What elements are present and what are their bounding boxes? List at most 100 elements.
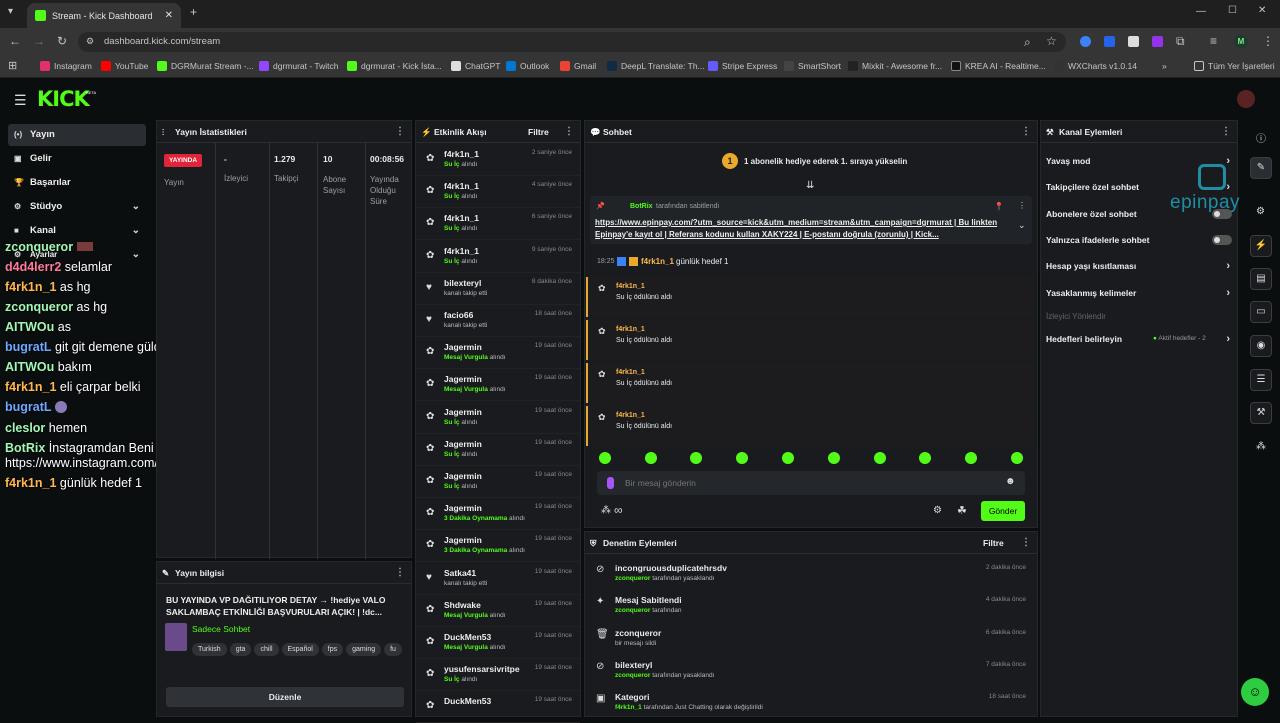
moderation-action[interactable]: ⊘ incongruousduplicatehrsdv zconqueror tar…: [586, 558, 1036, 590]
bookmark[interactable]: SmartShort: [784, 61, 841, 71]
maximize-icon[interactable]: ☐: [1228, 5, 1237, 16]
url-field[interactable]: dashboard.kick.com/stream: [78, 32, 1066, 52]
close-tab-icon[interactable]: ✕: [165, 10, 173, 21]
extension-icon[interactable]: [1080, 36, 1091, 47]
menu-icon[interactable]: ⋮: [1262, 34, 1274, 48]
bookmark[interactable]: Instagram: [40, 61, 92, 71]
activity-event[interactable]: ♥ Satka41 kanalı takip etti 19 saat önce: [416, 563, 580, 595]
bookmark[interactable]: KREA AI - Realtime...: [951, 61, 1046, 71]
channel-action-item[interactable]: Yalnızca ifadelerle sohbet: [1040, 227, 1236, 253]
activity-event[interactable]: ✿ Jagermin 3 Dakika Oynamama alındı 19 saat…: [416, 498, 580, 531]
emote-icon[interactable]: [690, 452, 702, 464]
minimize-icon[interactable]: —: [1196, 6, 1206, 17]
puzzle-icon[interactable]: ⧉: [1176, 34, 1185, 49]
flash-icon[interactable]: ⚡: [1250, 235, 1272, 257]
emote-icon[interactable]: [828, 452, 840, 464]
reload-icon[interactable]: ↻: [57, 34, 67, 48]
activity-event[interactable]: ✿ f4rk1n_1 Su İç alındı 6 saniye önce: [416, 208, 580, 241]
tag[interactable]: Español: [281, 643, 319, 656]
emote-icon[interactable]: [736, 452, 748, 464]
settings-icon[interactable]: ⚙: [1256, 206, 1265, 217]
tag[interactable]: gaming: [346, 643, 382, 656]
new-tab-icon[interactable]: +: [190, 5, 197, 19]
channel-action-item[interactable]: Yasaklanmış kelimeler ›: [1040, 280, 1236, 306]
activity-event[interactable]: ✿ Jagermin Mesaj Vurgula alındı 19 saat önc…: [416, 337, 580, 370]
extension-icon[interactable]: [1152, 36, 1163, 47]
set-goals-item[interactable]: Hedefleri belirleyin ● Aktif hedefler - 2…: [1040, 326, 1236, 352]
bookmark[interactable]: Stripe Express: [708, 61, 777, 71]
emote-picker-icon[interactable]: ☘: [957, 504, 967, 517]
activity-event[interactable]: ✿ DuckMen53 Mesaj Vurgula alındı 19 saat ön…: [416, 627, 580, 659]
emote-icon[interactable]: [874, 452, 886, 464]
activity-event[interactable]: ✿ f4rk1n_1 Su İç alındı 4 saniye önce: [416, 176, 580, 209]
emoji-icon[interactable]: ☻: [1005, 476, 1016, 487]
emote-icon[interactable]: [1011, 452, 1023, 464]
more-options-icon[interactable]: ⋮: [395, 121, 405, 143]
tag[interactable]: Turkish: [192, 643, 227, 656]
sidebar-item-yayin[interactable]: (•) Yayın: [8, 124, 146, 146]
hamburger-menu-icon[interactable]: ☰: [14, 92, 27, 109]
bookmark[interactable]: Mixkit - Awesome fr...: [848, 61, 942, 71]
more-options-icon[interactable]: ⋮: [1021, 121, 1031, 143]
user-avatar[interactable]: [1237, 90, 1255, 108]
moderation-action[interactable]: ▣ Kategori f4rk1n_1 tarafından Just Chatti…: [586, 687, 1036, 719]
more-options-icon[interactable]: ⋮: [564, 121, 574, 143]
media-icon[interactable]: ≡: [1210, 34, 1217, 48]
bookmark[interactable]: WXCharts v1.0.14: [1054, 61, 1137, 71]
info-icon[interactable]: ⓘ: [1256, 130, 1266, 145]
emote-icon[interactable]: [782, 452, 794, 464]
pinned-by-user[interactable]: BotRix: [630, 203, 653, 210]
bookmark[interactable]: dgrmurat - Twitch: [259, 61, 339, 71]
send-button[interactable]: Gönder: [981, 501, 1025, 521]
support-chat-icon[interactable]: ☺: [1241, 678, 1269, 706]
close-window-icon[interactable]: ✕: [1258, 5, 1266, 16]
clipboard-icon[interactable]: ▤: [1250, 268, 1272, 290]
activity-event[interactable]: ♥ bilexteryl kanalı takip etti 8 dakika ön…: [416, 273, 580, 305]
emote-icon[interactable]: [599, 452, 611, 464]
filter-button[interactable]: Filtre: [983, 532, 1004, 554]
activity-event[interactable]: ✿ Jagermin Su İç alındı 19 saat önce: [416, 466, 580, 498]
edit-icon[interactable]: ✎: [1250, 157, 1272, 179]
tag[interactable]: gta: [229, 643, 252, 656]
tag[interactable]: fps: [321, 643, 344, 656]
zoom-icon[interactable]: ⌕: [1024, 35, 1031, 50]
sidebar-item-kanal[interactable]: ■ Kanal ⌄: [8, 220, 146, 242]
activity-event[interactable]: ✿ f4rk1n_1 Su İç alındı 9 saniye önce: [416, 241, 580, 273]
moderation-action[interactable]: 🗑 zconqueror bir mesajı sildi 6 dakika önc…: [586, 623, 1036, 655]
emote-icon[interactable]: [645, 452, 657, 464]
activity-event[interactable]: ✿ yusufensarsivritpe Su İç alındı 19 saat ö…: [416, 659, 580, 692]
back-icon[interactable]: ←: [9, 34, 21, 48]
mic-icon[interactable]: [607, 477, 614, 489]
bookmark[interactable]: DeepL Translate: Th...: [607, 61, 705, 71]
activity-event[interactable]: ✿ Jagermin Mesaj Vurgula alındı 19 saat önc…: [416, 369, 580, 402]
emote-icon[interactable]: [919, 452, 931, 464]
shield-icon[interactable]: [1128, 36, 1139, 47]
sidebar-item-basarilar[interactable]: 🏆 Başarılar: [8, 172, 146, 194]
broadcast-icon[interactable]: ◉: [1250, 335, 1272, 357]
comment-icon[interactable]: ▭: [1250, 301, 1272, 323]
more-options-icon[interactable]: ⋮: [1018, 201, 1026, 210]
layers-icon[interactable]: ☰: [1250, 369, 1272, 391]
sidebar-item-studyo[interactable]: ⚙ Stüdyo ⌄: [8, 196, 146, 218]
profile-avatar[interactable]: M: [1234, 35, 1248, 49]
more-options-icon[interactable]: ⋮: [1021, 532, 1031, 554]
kick-logo[interactable]: KICK: [37, 87, 90, 111]
activity-event[interactable]: ✿ Shdwake Mesaj Vurgula alındı 19 saat önce: [416, 595, 580, 627]
apps-icon[interactable]: ⊞: [8, 59, 17, 72]
star-icon[interactable]: ☆: [1046, 34, 1057, 48]
wrench-icon[interactable]: ⚒: [1250, 402, 1272, 424]
activity-event[interactable]: ♥ facio66 kanalı takip etti 18 saat önce: [416, 305, 580, 337]
more-bookmarks-icon[interactable]: »: [1162, 61, 1167, 71]
sidebar-item-gelir[interactable]: ▣ Gelir: [8, 148, 146, 170]
emote-icon[interactable]: [965, 452, 977, 464]
bookmark[interactable]: Gmail: [560, 61, 596, 71]
activity-event[interactable]: ✿ Jagermin 3 Dakika Oynamama alındı 19 saat…: [416, 530, 580, 563]
edit-button[interactable]: Düzenle: [166, 687, 404, 707]
chat-input[interactable]: [625, 475, 995, 491]
bookmark[interactable]: ChatGPT: [451, 61, 500, 71]
more-options-icon[interactable]: ⋮: [1221, 121, 1231, 143]
moderation-action[interactable]: ⊘ bilexteryl zconqueror tarafından yasakla…: [586, 655, 1036, 687]
points-icon[interactable]: ⁂: [1256, 441, 1266, 452]
tag[interactable]: chill: [254, 643, 279, 656]
moderation-action[interactable]: ✦ Mesaj Sabitlendi zconqueror tarafından 4 …: [586, 590, 1036, 622]
